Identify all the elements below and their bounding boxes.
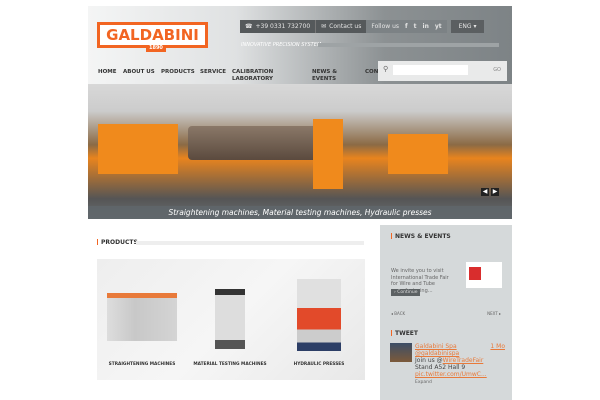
sidebar: NEWS & EVENTS We invite you to visit Int… — [380, 225, 512, 400]
phone[interactable]: ☎ +39 0331 732700 — [240, 20, 316, 33]
linkedin-icon[interactable]: in — [423, 20, 429, 33]
tweet-mention[interactable]: WireTradeFair — [443, 357, 484, 364]
page: GALDABINI 1890 ☎ +39 0331 732700 ✉ Contact … — [88, 6, 512, 400]
mail-icon: ✉ — [321, 23, 327, 30]
product-straightening[interactable]: STRAIGHTENING MACHINES — [102, 259, 182, 380]
search-go-button[interactable]: GO — [493, 67, 501, 73]
nav-products[interactable]: PRODUCTS — [161, 69, 200, 83]
tagline: INNOVATIVE PRECISION SYSTEM — [241, 42, 322, 48]
youtube-icon[interactable]: yt — [435, 20, 442, 33]
nav-home[interactable]: HOME — [98, 69, 123, 83]
logo-text: GALDABINI — [106, 26, 199, 44]
hero-caption: Straightening machines, Material testing… — [88, 206, 512, 219]
phone-number: +39 0331 732700 — [255, 23, 311, 30]
tweet-text: Join us @ — [415, 357, 443, 364]
top-bar: ☎ +39 0331 732700 ✉ Contact us Follow us f… — [240, 20, 485, 33]
phone-icon: ☎ — [245, 23, 253, 30]
news-thumbnail[interactable] — [466, 262, 502, 288]
tweet-link[interactable]: pic.twitter.com/UmwC... — [415, 371, 487, 378]
follow-label: Follow us — [371, 23, 400, 30]
avatar[interactable] — [390, 343, 412, 362]
machine-part — [388, 134, 448, 174]
twitter-icon[interactable]: t — [414, 20, 417, 33]
product-presses[interactable]: HYDRAULIC PRESSES — [279, 259, 359, 380]
tweet-expand[interactable]: Expand — [415, 380, 432, 385]
product-testing[interactable]: MATERIAL TESTING MACHINES — [190, 259, 270, 380]
search-box: ⚲ GO — [378, 61, 507, 81]
social-bar: Follow us f t in yt — [366, 20, 447, 33]
next-arrow-icon[interactable]: ▶ — [491, 188, 499, 196]
product-image — [107, 293, 177, 341]
tweet-text: Stand A52 Hall 9 — [415, 364, 466, 371]
product-label: HYDRAULIC PRESSES — [293, 362, 345, 367]
contact-link[interactable]: ✉ Contact us — [315, 20, 367, 33]
nav-about[interactable]: ABOUT US — [123, 69, 161, 83]
nav-news[interactable]: NEWS & EVENTS — [312, 69, 339, 83]
news-next[interactable]: NEXT ▸ — [487, 311, 501, 316]
tweet-author[interactable]: Galdabini Spa — [415, 343, 457, 350]
tweet-handle[interactable]: @galdabinispa — [415, 350, 459, 357]
tagline-bar — [318, 43, 499, 47]
product-label: STRAIGHTENING MACHINES — [108, 362, 176, 367]
logo-year: 1890 — [146, 45, 166, 52]
facebook-icon[interactable]: f — [405, 20, 408, 33]
hero-slider[interactable]: ◀ ▶ Straightening machines, Material test… — [88, 84, 512, 219]
tweet: Galdabini Spa 1 Mo @galdabinispa Join us… — [390, 343, 505, 386]
prev-arrow-icon[interactable]: ◀ — [481, 188, 489, 196]
continue-button[interactable]: › Continue — [391, 289, 421, 296]
logo[interactable]: GALDABINI 1890 — [97, 22, 208, 52]
nav-contact[interactable]: CON — [365, 69, 378, 83]
tweet-time[interactable]: 1 Mo — [490, 343, 505, 350]
product-image — [297, 279, 341, 351]
machine-part — [313, 119, 343, 189]
product-label: MATERIAL TESTING MACHINES — [193, 362, 267, 367]
tweet-title: TWEET — [391, 330, 418, 337]
news-back[interactable]: ◂ BACK — [391, 311, 405, 316]
search-icon: ⚲ — [383, 65, 389, 73]
tube-logo — [469, 267, 481, 280]
contact-label: Contact us — [329, 23, 362, 30]
products-panel: STRAIGHTENING MACHINES MATERIAL TESTING … — [97, 259, 365, 380]
nav-service[interactable]: SERVICE — [200, 69, 232, 83]
header: GALDABINI 1890 ☎ +39 0331 732700 ✉ Contact … — [88, 6, 512, 84]
language-select[interactable]: ENG ▾ — [450, 20, 485, 33]
machine-part — [98, 124, 178, 174]
product-image — [215, 289, 245, 349]
search-input[interactable] — [393, 65, 468, 75]
main-nav: HOME ABOUT US PRODUCTS SERVICE CALIBRATI… — [98, 69, 378, 83]
hero-pipe — [188, 126, 328, 160]
slider-arrows: ◀ ▶ — [481, 188, 499, 196]
nav-calibration[interactable]: CALIBRATION LABORATORY — [232, 69, 275, 83]
divider — [136, 241, 364, 245]
news-title: NEWS & EVENTS — [391, 233, 451, 240]
products-title: PRODUCTS — [97, 239, 138, 246]
